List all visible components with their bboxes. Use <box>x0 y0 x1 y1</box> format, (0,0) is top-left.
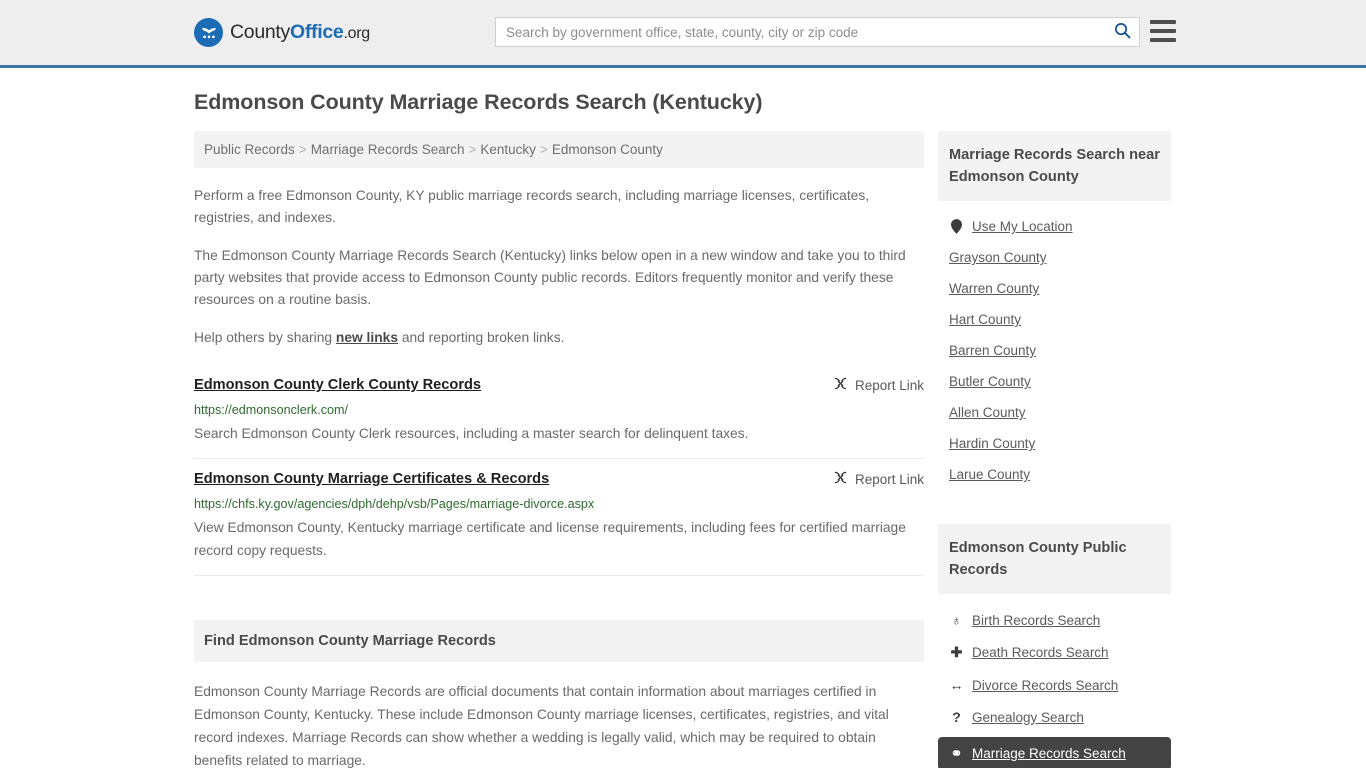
county-link[interactable]: Larue County <box>949 467 1030 482</box>
public-record-link[interactable]: Genealogy Search <box>972 710 1084 725</box>
result-header: Edmonson County Marriage Certificates & … <box>194 469 924 489</box>
sidebar-item-butler-county[interactable]: Butler County <box>938 366 1171 397</box>
eagle-shield-icon <box>194 18 223 47</box>
nearby-counties-list: Use My Location Grayson County Warren Co… <box>938 201 1171 490</box>
breadcrumb-item-marriage-records-search[interactable]: Marriage Records Search <box>311 142 465 157</box>
logo-text: CountyOffice.org <box>230 21 370 44</box>
sidebar-item-barren-county[interactable]: Barren County <box>938 335 1171 366</box>
sidebar-item-larue-county[interactable]: Larue County <box>938 459 1171 490</box>
content-columns: Public Records > Marriage Records Search > K… <box>194 131 1172 768</box>
find-section-body: Edmonson County Marriage Records are off… <box>194 680 924 768</box>
intro-paragraph-2: The Edmonson County Marriage Records Sea… <box>194 248 906 307</box>
site-header: CountyOffice.org <box>0 0 1366 68</box>
hamburger-bar <box>1150 29 1176 33</box>
find-section-heading: Find Edmonson County Marriage Records <box>194 620 924 662</box>
use-my-location-link[interactable]: Use My Location <box>972 219 1073 234</box>
map-pin-icon <box>949 219 964 234</box>
county-link[interactable]: Butler County <box>949 374 1031 389</box>
breadcrumb-item-kentucky[interactable]: Kentucky <box>480 142 536 157</box>
sidebar: Marriage Records Search near Edmonson Co… <box>938 131 1171 768</box>
result-url: https://chfs.ky.gov/agencies/dph/dehp/vs… <box>194 497 595 511</box>
report-link-button[interactable]: Report Link <box>833 469 924 488</box>
county-link[interactable]: Barren County <box>949 343 1036 358</box>
report-link-label: Report Link <box>854 471 924 487</box>
logo-text-county: County <box>230 21 290 43</box>
sidebar-item-marriage-records-search[interactable]: ⚭ Marriage Records Search <box>938 737 1171 768</box>
search-icon <box>1114 22 1131 42</box>
sidebar-item-birth-records-search[interactable]: ♁ Birth Records Search <box>938 604 1171 636</box>
result-url: https://edmonsonclerk.com/ <box>194 403 348 417</box>
search-input[interactable] <box>496 18 1105 46</box>
public-records-panel: Edmonson County Public Records ♁ Birth R… <box>938 524 1171 768</box>
result-header: Edmonson County Clerk County Records Rep… <box>194 375 924 395</box>
nearby-counties-panel: Marriage Records Search near Edmonson Co… <box>938 131 1171 490</box>
search-bar <box>495 17 1140 47</box>
public-record-link[interactable]: Death Records Search <box>972 645 1109 660</box>
intro-text: Perform a free Edmonson County, KY publi… <box>194 185 924 349</box>
broken-link-icon <box>833 376 848 394</box>
report-link-button[interactable]: Report Link <box>833 375 924 394</box>
breadcrumb: Public Records > Marriage Records Search > K… <box>194 131 924 168</box>
cross-plus-icon: ✚ <box>950 644 963 660</box>
nearby-counties-heading: Marriage Records Search near Edmonson Co… <box>938 131 1171 201</box>
hamburger-bar <box>1150 20 1176 24</box>
intro-paragraph-3: Help others by sharing new links and rep… <box>194 327 924 349</box>
left-right-arrow-icon: ↔ <box>949 677 964 693</box>
public-records-list: ♁ Birth Records Search ✚ Death Records S… <box>938 594 1171 768</box>
report-link-label: Report Link <box>854 377 924 393</box>
result-description: View Edmonson County, Kentucky marriage … <box>194 520 906 558</box>
county-link[interactable]: Warren County <box>949 281 1039 296</box>
public-record-link: Marriage Records Search <box>972 746 1126 761</box>
sidebar-item-divorce-records-search[interactable]: ↔ Divorce Records Search <box>938 669 1171 701</box>
sidebar-item-allen-county[interactable]: Allen County <box>938 397 1171 428</box>
page-container: Edmonson County Marriage Records Search … <box>0 90 1366 768</box>
hamburger-menu-icon[interactable] <box>1150 20 1176 42</box>
result-title-link[interactable]: Edmonson County Clerk County Records <box>194 375 481 395</box>
rings-icon: ⚭ <box>950 745 963 761</box>
sidebar-item-hardin-county[interactable]: Hardin County <box>938 428 1171 459</box>
breadcrumb-item-public-records[interactable]: Public Records <box>204 142 295 157</box>
breadcrumb-separator: > <box>298 142 307 157</box>
baby-icon: ♁ <box>951 612 962 628</box>
county-link[interactable]: Hardin County <box>949 436 1035 451</box>
public-record-link[interactable]: Birth Records Search <box>972 613 1100 628</box>
broken-link-icon <box>833 470 848 488</box>
page-title: Edmonson County Marriage Records Search … <box>194 90 763 114</box>
use-my-location-item[interactable]: Use My Location <box>938 211 1171 242</box>
logo-text-org: .org <box>343 25 370 42</box>
find-section-paragraph: Edmonson County Marriage Records are off… <box>194 684 889 768</box>
result-item: Edmonson County Marriage Certificates & … <box>194 459 924 576</box>
new-links-link[interactable]: new links <box>336 330 398 345</box>
result-description: Search Edmonson County Clerk resources, … <box>194 426 749 441</box>
breadcrumb-item-edmonson-county[interactable]: Edmonson County <box>552 142 663 157</box>
breadcrumb-separator: > <box>539 142 548 157</box>
breadcrumb-separator: > <box>468 142 477 157</box>
county-link[interactable]: Grayson County <box>949 250 1047 265</box>
intro-paragraph-3-before: Help others by sharing <box>194 330 336 345</box>
public-records-heading: Edmonson County Public Records <box>938 524 1171 594</box>
logo-text-office: Office <box>290 21 344 43</box>
search-button[interactable] <box>1105 18 1139 46</box>
result-item: Edmonson County Clerk County Records Rep… <box>194 365 924 459</box>
sidebar-item-grayson-county[interactable]: Grayson County <box>938 242 1171 273</box>
main-column: Public Records > Marriage Records Search > K… <box>194 131 924 768</box>
sidebar-item-genealogy-search[interactable]: ? Genealogy Search <box>938 701 1171 733</box>
county-link[interactable]: Allen County <box>949 405 1026 420</box>
question-mark-icon: ? <box>952 709 961 725</box>
sidebar-item-death-records-search[interactable]: ✚ Death Records Search <box>938 636 1171 669</box>
intro-paragraph-1: Perform a free Edmonson County, KY publi… <box>194 188 870 225</box>
sidebar-item-hart-county[interactable]: Hart County <box>938 304 1171 335</box>
intro-paragraph-3-after: and reporting broken links. <box>398 330 565 345</box>
site-logo[interactable]: CountyOffice.org <box>194 18 370 47</box>
hamburger-bar <box>1150 38 1176 42</box>
result-title-link[interactable]: Edmonson County Marriage Certificates & … <box>194 469 549 489</box>
county-link[interactable]: Hart County <box>949 312 1021 327</box>
sidebar-item-warren-county[interactable]: Warren County <box>938 273 1171 304</box>
public-record-link[interactable]: Divorce Records Search <box>972 678 1118 693</box>
